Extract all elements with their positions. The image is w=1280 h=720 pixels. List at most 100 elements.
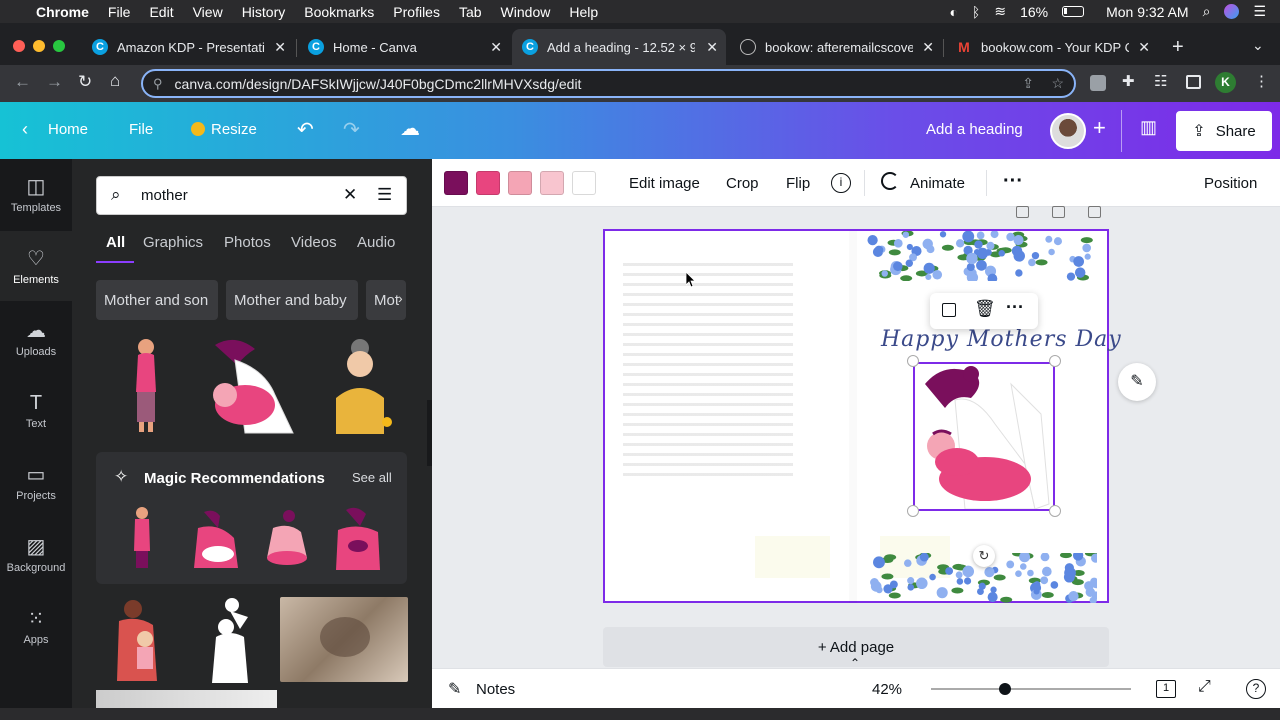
flip-button[interactable]: Flip (786, 175, 810, 192)
more-options-icon[interactable]: ··· (1003, 170, 1023, 193)
recommendation-thumbnail[interactable] (130, 506, 154, 570)
mother-child-silhouette-thumbnail[interactable] (204, 597, 258, 683)
profile-avatar[interactable]: K (1215, 72, 1236, 93)
address-bar[interactable]: ⚲ canva.com/design/DAFSkIWjjcw/J40F0bgCD… (141, 69, 1076, 98)
chevron-right-icon[interactable]: › (398, 290, 403, 306)
menu-file[interactable]: File (108, 4, 131, 20)
side-panel-icon[interactable] (1186, 75, 1201, 89)
insights-chart-icon[interactable]: ▥ (1140, 117, 1157, 138)
mother-child-graphic-thumbnail[interactable] (113, 599, 163, 681)
notes-icon[interactable]: ✎ (448, 679, 461, 699)
color-swatch[interactable] (508, 171, 532, 195)
selected-image-frame[interactable] (913, 362, 1055, 511)
window-close-icon[interactable] (13, 40, 25, 52)
window-maximize-icon[interactable] (53, 40, 65, 52)
color-swatch[interactable] (572, 171, 596, 195)
tab-photos[interactable]: Photos (224, 234, 271, 251)
share-page-icon[interactable]: ⇪ (1022, 75, 1034, 92)
reload-icon[interactable]: ↻ (78, 72, 92, 92)
rail-templates[interactable]: ◫ Templates (0, 159, 72, 229)
puzzle-extensions-icon[interactable]: ✚ (1122, 72, 1135, 90)
zoom-slider-thumb[interactable] (999, 683, 1011, 695)
animate-button[interactable]: Animate (910, 175, 965, 192)
menu-edit[interactable]: Edit (149, 4, 173, 20)
recommendation-thumbnail[interactable] (332, 506, 384, 570)
zoom-slider-track[interactable] (931, 688, 1131, 690)
rail-projects[interactable]: ▭ Projects (0, 447, 72, 517)
canvas-heading-text[interactable]: Happy Mothers Day (881, 327, 1122, 352)
menu-profiles[interactable]: Profiles (393, 4, 440, 20)
redo-icon[interactable]: ↷ (343, 117, 360, 142)
resize-handle[interactable] (907, 355, 919, 367)
crop-button[interactable]: Crop (726, 175, 759, 192)
menu-tab[interactable]: Tab (459, 4, 482, 20)
resize-button[interactable]: Resize (211, 121, 257, 138)
forward-icon[interactable]: → (46, 72, 63, 92)
back-chevron-icon[interactable]: ‹ (22, 119, 28, 140)
bluetooth-icon[interactable]: ᛒ (972, 4, 980, 20)
rotate-handle-icon[interactable]: ↻ (973, 545, 995, 567)
home-link[interactable]: Home (48, 121, 88, 138)
reading-list-icon[interactable]: ☷ (1154, 72, 1167, 90)
rail-apps[interactable]: ⁙ Apps (0, 591, 72, 661)
mother-graphic-thumbnail[interactable] (126, 337, 166, 435)
browser-tab[interactable]: C Amazon KDP - Presentatio ✕ (82, 29, 294, 65)
help-icon[interactable]: ? (1246, 679, 1266, 699)
share-button[interactable]: ⇪ Share (1176, 111, 1272, 151)
rail-uploads[interactable]: ☁ Uploads (0, 303, 72, 373)
zoom-level[interactable]: 42% (872, 681, 902, 698)
menu-bookmarks[interactable]: Bookmarks (304, 4, 374, 20)
search-box[interactable]: ⌕ mother ✕ ☰ (96, 176, 407, 215)
browser-tab-active[interactable]: C Add a heading - 12.52 × 9 ✕ (512, 29, 726, 65)
url-text[interactable]: canva.com/design/DAFSkIWjjcw/J40F0bgCDmc… (175, 76, 582, 92)
tab-videos[interactable]: Videos (291, 234, 337, 251)
suggestion-chip[interactable]: Mother and son (96, 280, 218, 320)
close-tab-icon[interactable]: ✕ (706, 39, 718, 56)
notes-button[interactable]: Notes (476, 681, 515, 698)
suggestion-chip[interactable]: Mother and baby (226, 280, 358, 320)
copy-element-icon[interactable] (942, 303, 956, 317)
site-info-icon[interactable]: ⚲ (153, 76, 163, 92)
color-swatch[interactable] (444, 171, 468, 195)
add-comment-button[interactable]: ✎ (1118, 363, 1156, 401)
cloud-saved-icon[interactable]: ☁ (400, 116, 420, 141)
design-title[interactable]: Add a heading (926, 121, 1023, 138)
back-icon[interactable]: ← (14, 72, 31, 92)
recommendation-thumbnail[interactable] (263, 508, 311, 568)
resize-handle[interactable] (907, 505, 919, 517)
page-lock-icon[interactable] (1016, 206, 1029, 218)
undo-icon[interactable]: ↶ (297, 117, 314, 142)
fullscreen-icon[interactable]: ⤢ (1198, 678, 1211, 696)
siri-icon[interactable] (1224, 4, 1240, 19)
sync-icon[interactable]: ◐ (949, 4, 957, 20)
menu-window[interactable]: Window (501, 4, 551, 20)
element-more-icon[interactable]: ··· (1006, 297, 1024, 318)
browser-tab[interactable]: M bookow.com - Your KDP C ✕ (946, 29, 1158, 65)
menu-app-name[interactable]: Chrome (36, 4, 89, 20)
close-tab-icon[interactable]: ✕ (490, 39, 502, 56)
chrome-menu-icon[interactable]: ⋮ (1254, 72, 1269, 90)
recommendation-thumbnail[interactable] (188, 508, 244, 568)
close-tab-icon[interactable]: ✕ (922, 39, 934, 56)
color-swatch[interactable] (540, 171, 564, 195)
rail-elements[interactable]: ♡ Elements (0, 231, 72, 301)
color-swatch[interactable] (476, 171, 500, 195)
page-count-button[interactable]: 1 (1156, 680, 1176, 698)
browser-tab[interactable]: bookow: afteremailcscover ✕ (730, 29, 942, 65)
tab-audio[interactable]: Audio (357, 234, 395, 251)
clock[interactable]: Mon 9:32 AM (1106, 4, 1189, 20)
close-tab-icon[interactable]: ✕ (1138, 39, 1150, 56)
add-page-icon[interactable] (1088, 206, 1101, 218)
rail-background[interactable]: ▨ Background (0, 519, 72, 589)
edit-image-button[interactable]: Edit image (629, 175, 700, 192)
menu-history[interactable]: History (242, 4, 286, 20)
browser-tab[interactable]: C Home - Canva ✕ (298, 29, 510, 65)
spotlight-search-icon[interactable]: ⌕ (1203, 3, 1211, 20)
menu-view[interactable]: View (193, 4, 223, 20)
resize-handle[interactable] (1049, 355, 1061, 367)
info-icon[interactable]: i (831, 173, 851, 193)
delete-element-icon[interactable]: 🗑 (974, 299, 996, 319)
menu-help[interactable]: Help (569, 4, 598, 20)
battery-icon[interactable] (1062, 6, 1085, 17)
user-avatar[interactable] (1050, 113, 1086, 149)
